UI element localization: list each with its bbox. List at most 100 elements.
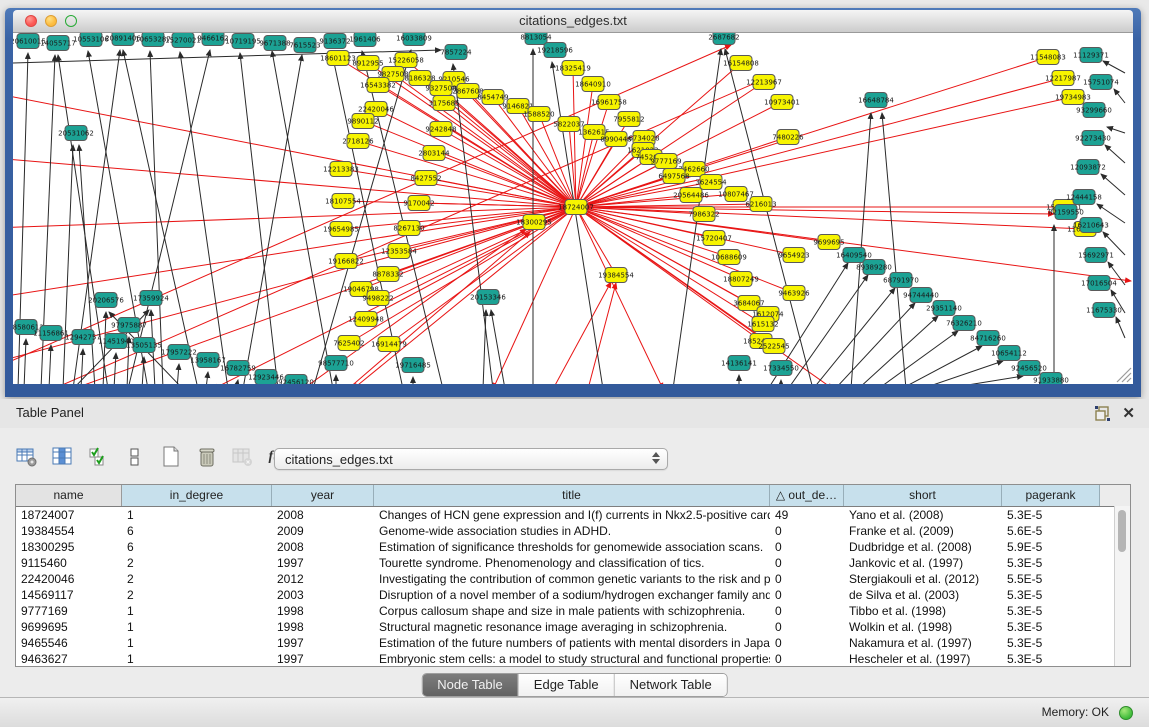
cell-title[interactable]: Tourette syndrome. Phenomenology and cla… [374, 555, 770, 571]
graph-node[interactable]: 11675330 [1086, 303, 1122, 318]
cell-title[interactable]: Investigating the contribution of common… [374, 571, 770, 587]
graph-node[interactable]: 8990448 [600, 132, 631, 147]
citation-edge-black[interactable] [114, 353, 116, 384]
citation-edge-black[interactable] [858, 316, 938, 384]
graph-node[interactable]: 9136372 [319, 34, 350, 49]
cell-short[interactable]: Jankovic et al. (1997) [844, 555, 1002, 571]
graph-node[interactable]: 7615523 [289, 38, 320, 53]
graph-node[interactable]: 20531062 [58, 126, 94, 141]
zoom-window-button[interactable] [65, 15, 77, 27]
cell-pagerank[interactable]: 5.3E-5 [1002, 587, 1100, 603]
table-row[interactable]: 1830029562008Estimation of significance … [16, 539, 1130, 555]
graph-node[interactable]: 17334550 [763, 361, 799, 376]
citation-edge-black[interactable] [24, 339, 26, 384]
graph-node[interactable]: 6216013 [745, 197, 776, 212]
graph-node[interactable]: 15692971 [1078, 248, 1114, 263]
cell-name[interactable]: 9115460 [16, 555, 122, 571]
graph-node[interactable]: 9671388 [259, 36, 290, 51]
graph-node[interactable]: 3175685 [428, 96, 459, 111]
graph-node[interactable]: 8912955 [352, 56, 383, 71]
table-row[interactable]: 946362711997Embryonic stem cells: a mode… [16, 651, 1130, 667]
graph-node[interactable]: 16154808 [723, 56, 759, 71]
new-column-button[interactable] [158, 444, 184, 470]
cell-pagerank[interactable]: 5.3E-5 [1002, 507, 1100, 523]
citation-edge-red[interactable] [576, 207, 616, 275]
column-header-out_de[interactable]: △ out_de… [770, 485, 844, 506]
graph-node[interactable]: 18107554 [325, 194, 361, 209]
graph-node[interactable]: 15226058 [388, 53, 424, 68]
graph-node[interactable]: 9170042 [403, 196, 434, 211]
citation-edge-black[interactable] [878, 331, 958, 384]
cell-pagerank[interactable]: 5.3E-5 [1002, 603, 1100, 619]
cell-in_degree[interactable]: 1 [122, 651, 272, 667]
cell-name[interactable]: 22420046 [16, 571, 122, 587]
cell-in_degree[interactable]: 2 [122, 587, 272, 603]
citation-edge-black[interactable] [236, 380, 238, 384]
tab-node-table[interactable]: Node Table [422, 674, 518, 696]
graph-node[interactable]: 98577710 [318, 356, 354, 371]
cell-pagerank[interactable]: 5.3E-5 [1002, 635, 1100, 651]
cell-name[interactable]: 9777169 [16, 603, 122, 619]
cell-in_degree[interactable]: 2 [122, 571, 272, 587]
graph-node[interactable]: 11548083 [1030, 50, 1066, 65]
graph-node[interactable]: 12213967 [746, 75, 782, 90]
citation-edge-black[interactable] [180, 52, 228, 384]
graph-node[interactable]: 9777169 [650, 154, 681, 169]
graph-node[interactable]: 9654923 [778, 248, 809, 263]
graph-node[interactable]: 12409948 [348, 312, 384, 327]
graph-node[interactable]: 9498222 [362, 291, 393, 306]
cell-out_de[interactable]: 0 [770, 523, 844, 539]
cell-name[interactable]: 18300295 [16, 539, 122, 555]
graph-node[interactable]: 16033809 [396, 33, 432, 46]
cell-short[interactable]: Wolkin et al. (1998) [844, 619, 1002, 635]
cell-short[interactable]: Dudbridge et al. (2008) [844, 539, 1002, 555]
graph-node[interactable]: 94744440 [903, 288, 939, 303]
row-height-button[interactable] [122, 444, 148, 470]
citation-edge-black[interactable] [1101, 174, 1125, 195]
cell-pagerank[interactable]: 5.6E-5 [1002, 523, 1100, 539]
cell-year[interactable]: 2008 [272, 507, 374, 523]
cell-in_degree[interactable]: 6 [122, 539, 272, 555]
graph-node[interactable]: 9890112 [347, 114, 378, 129]
delete-column-button[interactable] [194, 444, 220, 470]
cell-name[interactable]: 9465546 [16, 635, 122, 651]
tab-edge-table[interactable]: Edge Table [518, 674, 614, 696]
select-all-button[interactable] [86, 444, 112, 470]
graph-node[interactable]: 10719195 [225, 34, 261, 49]
graph-node[interactable]: 8427552 [410, 171, 441, 186]
cell-in_degree[interactable]: 1 [122, 635, 272, 651]
graph-node[interactable]: 16648784 [858, 93, 894, 108]
cell-out_de[interactable]: 0 [770, 555, 844, 571]
graph-node[interactable]: 8267130 [393, 221, 424, 236]
graph-node[interactable]: 17359924 [133, 291, 169, 306]
citation-edge-black[interactable] [491, 310, 505, 384]
scrollbar-thumb[interactable] [1118, 510, 1126, 552]
graph-node[interactable]: 7625402 [333, 336, 364, 351]
citation-edge-black[interactable] [313, 50, 411, 384]
cell-out_de[interactable]: 49 [770, 507, 844, 523]
cell-in_degree[interactable]: 6 [122, 523, 272, 539]
graph-node[interactable]: 1615132 [747, 317, 778, 332]
citation-edge-red[interactable] [576, 207, 1131, 281]
vertical-scrollbar[interactable] [1114, 506, 1130, 666]
graph-node[interactable]: 16961758 [591, 95, 627, 110]
citation-edge-black[interactable] [1103, 61, 1125, 73]
tab-network-table[interactable]: Network Table [614, 674, 727, 696]
column-header-title[interactable]: title [374, 485, 770, 506]
graph-node[interactable]: 2718126 [342, 134, 374, 149]
cell-out_de[interactable]: 0 [770, 651, 844, 667]
citation-edge-black[interactable] [206, 372, 208, 384]
citation-edge-black[interactable] [1107, 127, 1125, 133]
cell-title[interactable]: Genome-wide association studies in ADHD. [374, 523, 770, 539]
citation-edge-black[interactable] [1116, 317, 1125, 338]
table-row[interactable]: 977716911998Corpus callosum shape and si… [16, 603, 1130, 619]
cell-pagerank[interactable]: 5.5E-5 [1002, 571, 1100, 587]
graph-node[interactable]: 15751074 [1083, 75, 1119, 90]
cell-out_de[interactable]: 0 [770, 619, 844, 635]
citation-edge-black[interactable] [1105, 145, 1125, 163]
graph-node[interactable]: 14136141 [721, 356, 757, 371]
show-columns-button[interactable] [50, 444, 76, 470]
graph-node[interactable]: 9463926 [778, 286, 810, 301]
cell-out_de[interactable]: 0 [770, 571, 844, 587]
citation-edge-black[interactable] [128, 50, 210, 384]
